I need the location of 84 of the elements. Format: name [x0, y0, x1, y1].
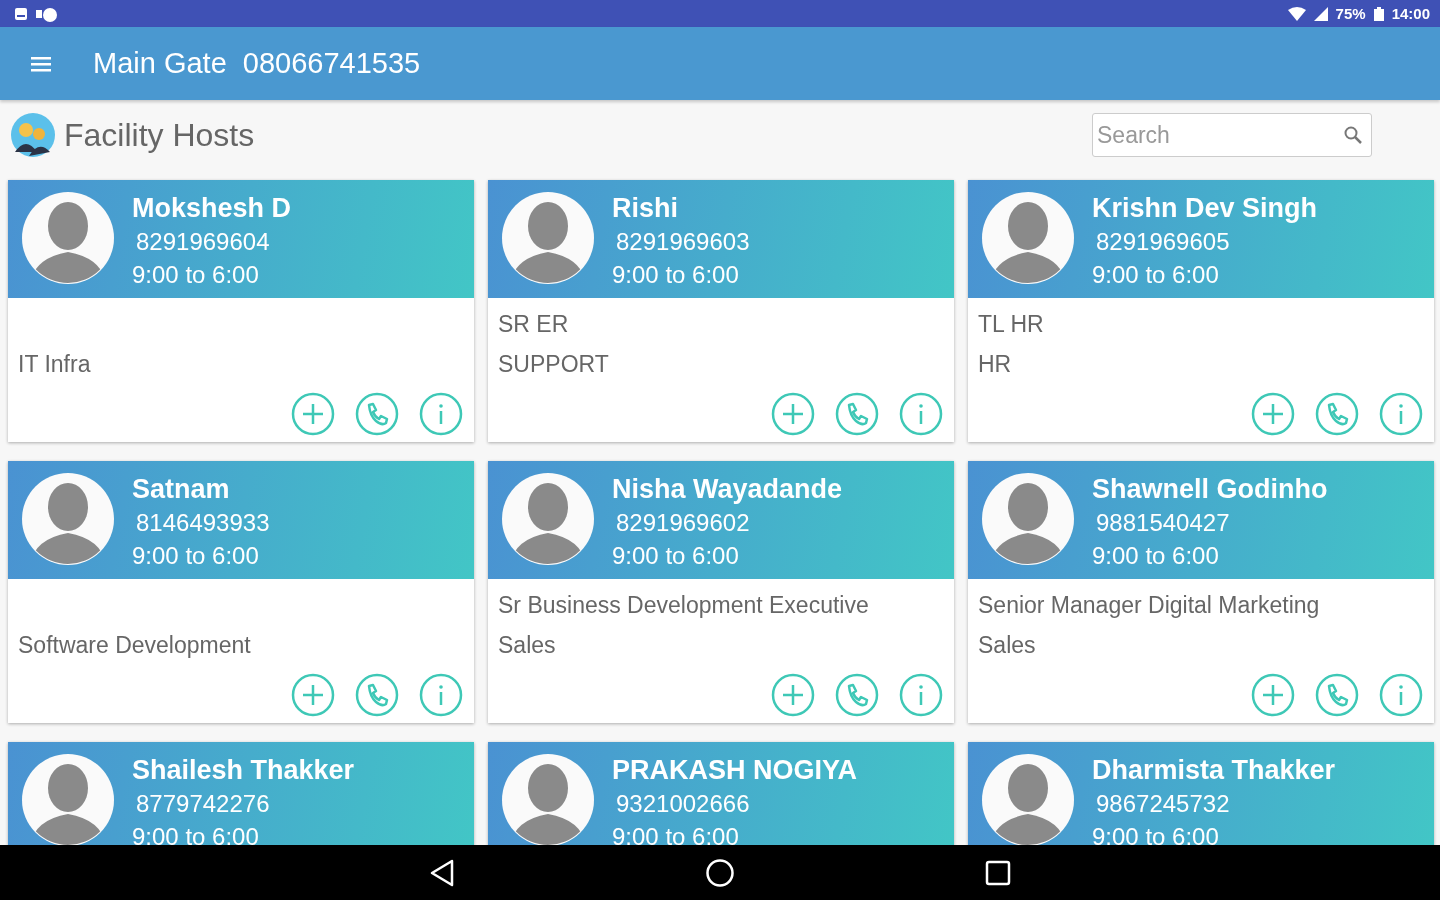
host-card[interactable]: Rishi 8291969603 9:00 to 6:00 SR ER SUPPORT	[488, 180, 954, 442]
add-button[interactable]	[770, 391, 816, 437]
avatar-icon	[22, 473, 114, 565]
avatar-icon	[22, 192, 114, 284]
host-card[interactable]: Nisha Wayadande 8291969602 9:00 to 6:00 Sr Business Development Executive Sales	[488, 461, 954, 723]
info-button[interactable]	[418, 672, 464, 718]
call-button[interactable]	[1314, 391, 1360, 437]
gate-name: Main Gate	[93, 47, 227, 80]
host-name: PRAKASH NOGIYA	[612, 754, 858, 786]
host-phone: 8291969603	[615, 227, 750, 257]
add-button[interactable]	[770, 672, 816, 718]
host-name: Dharmista Thakker	[1092, 754, 1336, 786]
host-name: Krishn Dev Singh	[1092, 192, 1318, 224]
host-hours: 9:00 to 6:00	[1092, 822, 1220, 845]
call-button[interactable]	[1314, 672, 1360, 718]
host-card[interactable]: Krishn Dev Singh 8291969605 9:00 to 6:00 TL HR HR	[968, 180, 1434, 442]
add-button[interactable]	[1250, 391, 1296, 437]
battery-percent: 75%	[1335, 5, 1366, 22]
info-button[interactable]	[898, 391, 944, 437]
host-designation: Senior Manager Digital Marketing	[978, 591, 1321, 620]
host-hours: 9:00 to 6:00	[612, 260, 740, 290]
host-phone: 8779742276	[135, 789, 271, 819]
host-hours: 9:00 to 6:00	[612, 822, 740, 845]
host-name: Mokshesh D	[132, 192, 292, 224]
host-phone: 8291969602	[615, 508, 751, 538]
host-department: Software Development	[18, 631, 252, 660]
search-field[interactable]: Search	[1092, 113, 1372, 157]
wifi-icon	[1287, 6, 1306, 21]
host-name: Nisha Wayadande	[612, 473, 843, 505]
host-hours: 9:00 to 6:00	[1092, 541, 1220, 571]
host-name: Shailesh Thakker	[132, 754, 355, 786]
host-department: HR	[978, 350, 1013, 379]
info-button[interactable]	[898, 672, 944, 718]
menu-icon[interactable]	[31, 55, 51, 72]
add-button[interactable]	[290, 391, 336, 437]
info-button[interactable]	[1378, 391, 1424, 437]
host-hours: 9:00 to 6:00	[132, 260, 260, 290]
signal-icon	[1313, 6, 1328, 21]
info-button[interactable]	[418, 391, 464, 437]
host-phone: 8146493933	[135, 508, 270, 538]
avatar-icon	[502, 192, 594, 284]
avatar-icon	[982, 754, 1074, 845]
avatar-icon	[982, 192, 1074, 284]
search-icon	[1343, 125, 1363, 145]
host-name: Satnam	[132, 473, 231, 505]
host-phone: 9321002666	[615, 789, 751, 819]
home-icon[interactable]	[705, 857, 735, 888]
host-hours: 9:00 to 6:00	[132, 822, 260, 845]
host-phone: 9867245732	[1095, 789, 1231, 819]
recents-icon[interactable]	[985, 859, 1011, 886]
info-button[interactable]	[1378, 672, 1424, 718]
page-title: Facility Hosts	[64, 116, 255, 154]
host-designation: TL HR	[978, 310, 1045, 339]
add-button[interactable]	[1250, 672, 1296, 718]
host-department: SUPPORT	[498, 350, 610, 379]
host-card[interactable]: Shawnell Godinho 9881540427 9:00 to 6:00 Senior Manager Digital Marketing Sales	[968, 461, 1434, 723]
host-designation: Sr Business Development Executive	[498, 591, 870, 620]
host-hours: 9:00 to 6:00	[1092, 260, 1220, 290]
host-hours: 9:00 to 6:00	[132, 541, 260, 571]
clock: 14:00	[1391, 5, 1430, 22]
avatar-icon	[502, 473, 594, 565]
call-button[interactable]	[354, 672, 400, 718]
call-button[interactable]	[354, 391, 400, 437]
gate-phone: 08066741535	[242, 47, 421, 80]
host-department: Sales	[978, 631, 1037, 660]
host-card[interactable]: Satnam 8146493933 9:00 to 6:00 Software Development	[8, 461, 474, 723]
avatar-icon	[502, 754, 594, 845]
host-name: Rishi	[612, 192, 679, 224]
host-designation: SR ER	[498, 310, 570, 339]
add-button[interactable]	[290, 672, 336, 718]
call-button[interactable]	[834, 391, 880, 437]
host-department: Sales	[498, 631, 557, 660]
avatar-icon	[22, 754, 114, 845]
host-hours: 9:00 to 6:00	[612, 541, 740, 571]
host-name: Shawnell Godinho	[1092, 473, 1328, 505]
host-phone: 8291969605	[1095, 227, 1231, 257]
host-card[interactable]: Mokshesh D 8291969604 9:00 to 6:00 IT Infra	[8, 180, 474, 442]
host-phone: 9881540427	[1095, 508, 1231, 538]
back-icon[interactable]	[429, 858, 455, 887]
battery-icon	[1373, 6, 1384, 21]
avatar-icon	[982, 473, 1074, 565]
host-phone: 8291969604	[135, 227, 271, 257]
call-button[interactable]	[834, 672, 880, 718]
host-department: IT Infra	[18, 350, 92, 379]
